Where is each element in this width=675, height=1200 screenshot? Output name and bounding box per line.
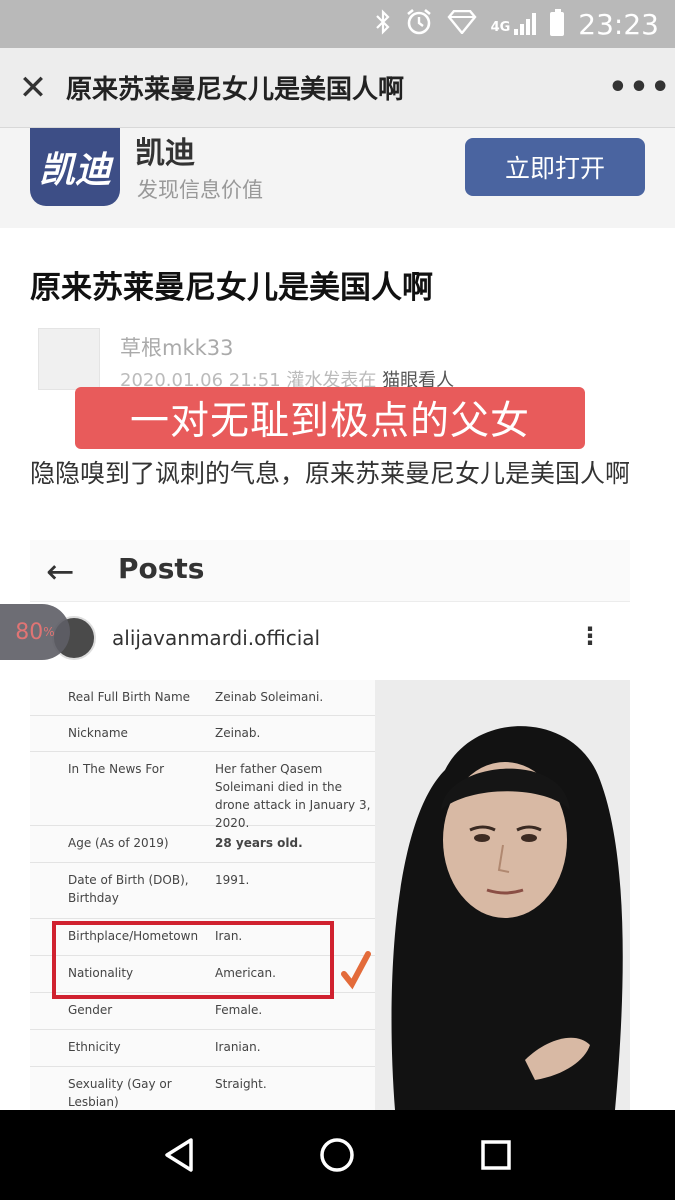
battery-icon <box>550 9 565 36</box>
app-slogan: 发现信息价值 <box>137 178 263 202</box>
clock: 23:23 <box>578 7 659 41</box>
back-arrow-icon: ← <box>46 552 75 592</box>
username: alijavanmardi.official <box>112 626 321 650</box>
table-row: Ethnicity Iranian. <box>30 1030 375 1067</box>
row-value: Zeinab. <box>215 726 261 740</box>
page-title: 原来苏莱曼尼女儿是美国人啊 <box>66 75 405 105</box>
row-key: Gender <box>68 1003 113 1017</box>
author-name[interactable]: 草根mkk33 <box>120 332 234 362</box>
signal-icon: 4G <box>491 13 537 35</box>
row-value: 28 years old. <box>215 836 303 850</box>
row-key: Nickname <box>68 726 128 740</box>
row-key: Real Full Birth Name <box>68 690 191 704</box>
author-avatar[interactable] <box>38 328 100 390</box>
alarm-icon <box>405 8 433 41</box>
close-button[interactable]: ✕ <box>0 48 66 128</box>
recents-square-icon <box>481 1140 511 1170</box>
close-icon: ✕ <box>18 67 48 108</box>
embed-user-row: alijavanmardi.official ⋮ <box>30 602 630 677</box>
open-app-button[interactable]: 立即打开 <box>465 138 645 196</box>
table-row: In The News For Her father Qasem Soleiman… <box>30 752 375 830</box>
app-name: 凯迪 <box>135 136 195 171</box>
home-circle-icon <box>320 1138 355 1172</box>
nav-recents-button[interactable] <box>466 1125 526 1185</box>
row-key: Date of Birth (DOB), Birthday <box>68 873 189 905</box>
status-bar: 4G 23:23 <box>0 0 675 48</box>
row-value: 1991. <box>215 873 250 887</box>
app-banner: 凯迪 凯迪 发现信息价值 立即打开 <box>0 128 675 228</box>
row-value: Female. <box>215 1003 263 1017</box>
table-row: Nickname Zeinab. <box>30 716 375 752</box>
nav-home-button[interactable] <box>307 1125 367 1185</box>
nav-back-button[interactable] <box>149 1125 209 1185</box>
table-row: Age (As of 2019) 28 years old. <box>30 826 375 863</box>
row-key: In The News For <box>68 762 165 776</box>
table-row: Date of Birth (DOB), Birthday 1991. <box>30 863 375 919</box>
title-bar: ✕ 原来苏莱曼尼女儿是美国人啊 ••• <box>0 48 675 128</box>
table-row: Sexuality (Gay or Lesbian) Straight. <box>30 1067 375 1110</box>
row-value: Zeinab Soleimani. <box>215 690 324 704</box>
navigation-bar <box>0 1110 675 1200</box>
zoom-value: 80 <box>15 619 44 645</box>
row-key: Sexuality (Gay or Lesbian) <box>68 1077 172 1109</box>
embed-header: ← Posts <box>30 540 630 602</box>
bluetooth-icon <box>375 8 391 40</box>
row-value: Straight. <box>215 1077 267 1091</box>
app-logo: 凯迪 <box>30 128 120 206</box>
highlight-box <box>52 921 334 999</box>
network-type: 4G <box>490 20 511 35</box>
kebab-menu-icon: ⋮ <box>578 622 602 650</box>
diamond-icon <box>447 9 477 39</box>
embed-title: Posts <box>118 552 205 585</box>
video-caption: 一对无耻到极点的父女 <box>75 387 585 449</box>
back-triangle-icon <box>165 1138 193 1172</box>
row-value: Iranian. <box>215 1040 261 1054</box>
zoom-badge[interactable]: 80% <box>0 604 70 660</box>
portrait-photo <box>375 680 630 1110</box>
checkmark-icon <box>341 950 371 990</box>
row-value: Her father Qasem Soleimani died in the d… <box>215 762 371 830</box>
zoom-unit: % <box>43 625 55 639</box>
article-title: 原来苏莱曼尼女儿是美国人啊 <box>30 270 433 306</box>
more-icon: ••• <box>608 70 672 105</box>
info-table: Real Full Birth Name Zeinab Soleimani. Ni… <box>30 680 375 1110</box>
table-row: Real Full Birth Name Zeinab Soleimani. <box>30 680 375 716</box>
article-body: 隐隐嗅到了讽刺的气息，原来苏莱曼尼女儿是美国人啊 <box>30 459 631 488</box>
embedded-screenshot: ← Posts alijavanmardi.official ⋮ Real Fu… <box>30 540 630 1110</box>
row-key: Ethnicity <box>68 1040 121 1054</box>
row-key: Age (As of 2019) <box>68 836 169 850</box>
more-button[interactable]: ••• <box>605 70 675 105</box>
